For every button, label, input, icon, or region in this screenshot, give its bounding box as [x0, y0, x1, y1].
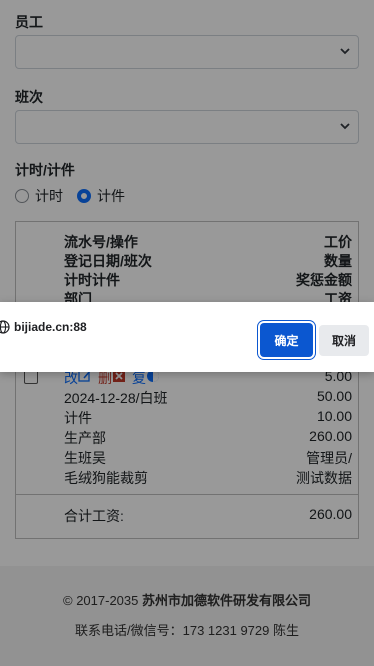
dialog-origin: bijiade.cn:88	[0, 320, 87, 334]
confirm-dialog: bijiade.cn:88 确定 取消	[0, 302, 374, 372]
confirm-button[interactable]: 确定	[260, 323, 313, 357]
globe-icon	[0, 320, 10, 334]
dialog-origin-text: bijiade.cn:88	[14, 320, 87, 334]
cancel-button[interactable]: 取消	[319, 325, 369, 356]
